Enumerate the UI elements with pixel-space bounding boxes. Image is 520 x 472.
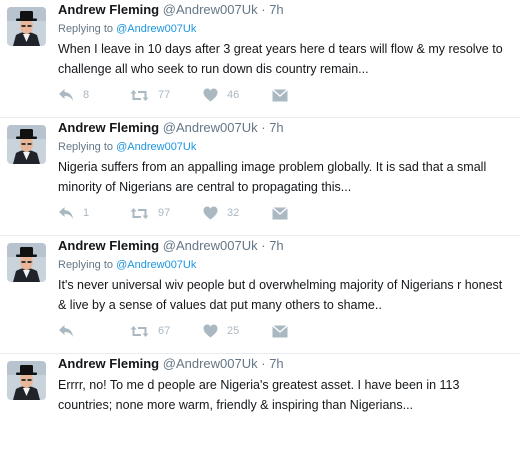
- tweet-text: Nigeria suffers from an appalling image …: [58, 160, 487, 194]
- reply-icon: [59, 325, 73, 337]
- tweet-actions: 67 25: [58, 322, 358, 340]
- reply-button[interactable]: 8: [58, 86, 89, 104]
- tweet-text: When I leave in 10 days after 3 great ye…: [58, 42, 503, 76]
- author-handle[interactable]: @Andrew007Uk: [163, 238, 258, 253]
- like-count: 32: [227, 207, 240, 219]
- avatar[interactable]: [7, 361, 46, 400]
- reply-count: 8: [83, 89, 90, 101]
- tweet-text: Errrr, no! To me d people are Nigeria's …: [58, 378, 460, 412]
- replying-to-label: Replying to: [58, 259, 114, 271]
- retweet-button[interactable]: 77: [130, 86, 170, 104]
- tweet-header: Andrew Fleming @Andrew007Uk · 7h: [58, 238, 284, 254]
- author-handle[interactable]: @Andrew007Uk: [163, 2, 258, 17]
- like-count: 25: [227, 325, 240, 337]
- envelope-icon: [272, 206, 288, 219]
- replying-to-mention[interactable]: @Andrew007Uk: [116, 23, 196, 35]
- author-name[interactable]: Andrew Fleming: [58, 356, 159, 371]
- tweet-actions: 8 77 46: [58, 86, 358, 104]
- separator-dot: ·: [261, 356, 266, 371]
- tweet[interactable]: Andrew Fleming @Andrew007Uk · 7h Errrr, …: [0, 354, 520, 472]
- retweet-button[interactable]: 97: [130, 204, 170, 222]
- like-button[interactable]: 32: [203, 204, 239, 222]
- author-name[interactable]: Andrew Fleming: [58, 238, 159, 253]
- replying-to-label: Replying to: [58, 141, 114, 153]
- direct-message-button[interactable]: [272, 322, 288, 340]
- reply-count: 1: [83, 207, 90, 219]
- tweet-text: It's never universal wiv people but d ov…: [58, 278, 503, 312]
- direct-message-button[interactable]: [272, 204, 288, 222]
- like-button[interactable]: 46: [203, 86, 239, 104]
- author-name[interactable]: Andrew Fleming: [58, 120, 159, 135]
- direct-message-button[interactable]: [272, 86, 288, 104]
- tweet-timeline: Andrew Fleming @Andrew007Uk · 7h Replyin…: [0, 0, 520, 412]
- heart-icon: [203, 206, 218, 220]
- separator-dot: ·: [261, 120, 266, 135]
- timestamp[interactable]: 7h: [269, 356, 283, 371]
- tweet-header: Andrew Fleming @Andrew007Uk · 7h: [58, 356, 284, 372]
- replying-to-mention[interactable]: @Andrew007Uk: [116, 259, 196, 271]
- heart-icon: [203, 88, 218, 102]
- author-handle[interactable]: @Andrew007Uk: [163, 120, 258, 135]
- separator-dot: ·: [261, 238, 266, 253]
- replying-to: Replying to @Andrew007Uk: [58, 22, 196, 36]
- retweet-count: 97: [158, 207, 171, 219]
- reply-button[interactable]: [58, 322, 83, 340]
- timestamp[interactable]: 7h: [269, 120, 283, 135]
- avatar-image: [7, 361, 46, 400]
- heart-icon: [203, 324, 218, 338]
- reply-icon: [59, 89, 73, 101]
- timestamp[interactable]: 7h: [269, 238, 283, 253]
- envelope-icon: [272, 88, 288, 101]
- retweet-icon: [130, 207, 149, 219]
- retweet-icon: [130, 325, 149, 337]
- envelope-icon: [272, 324, 288, 337]
- timestamp[interactable]: 7h: [269, 2, 283, 17]
- like-button[interactable]: 25: [203, 322, 239, 340]
- replying-to: Replying to @Andrew007Uk: [58, 258, 196, 272]
- tweet[interactable]: Andrew Fleming @Andrew007Uk · 7h Replyin…: [0, 236, 520, 354]
- avatar[interactable]: [7, 7, 46, 46]
- replying-to-label: Replying to: [58, 23, 114, 35]
- separator-dot: ·: [261, 2, 266, 17]
- retweet-count: 77: [158, 89, 171, 101]
- tweet-actions: 1 97 32: [58, 204, 358, 222]
- avatar[interactable]: [7, 243, 46, 282]
- reply-icon: [59, 207, 73, 219]
- avatar-image: [7, 7, 46, 46]
- tweet-header: Andrew Fleming @Andrew007Uk · 7h: [58, 2, 284, 18]
- author-name[interactable]: Andrew Fleming: [58, 2, 159, 17]
- retweet-count: 67: [158, 325, 171, 337]
- retweet-button[interactable]: 67: [130, 322, 170, 340]
- retweet-icon: [130, 89, 149, 101]
- replying-to: Replying to @Andrew007Uk: [58, 140, 196, 154]
- like-count: 46: [227, 89, 240, 101]
- avatar-image: [7, 243, 46, 282]
- replying-to-mention[interactable]: @Andrew007Uk: [116, 141, 196, 153]
- reply-button[interactable]: 1: [58, 204, 89, 222]
- tweet-header: Andrew Fleming @Andrew007Uk · 7h: [58, 120, 284, 136]
- tweet[interactable]: Andrew Fleming @Andrew007Uk · 7h Replyin…: [0, 0, 520, 118]
- avatar[interactable]: [7, 125, 46, 164]
- author-handle[interactable]: @Andrew007Uk: [163, 356, 258, 371]
- avatar-image: [7, 125, 46, 164]
- tweet[interactable]: Andrew Fleming @Andrew007Uk · 7h Replyin…: [0, 118, 520, 236]
